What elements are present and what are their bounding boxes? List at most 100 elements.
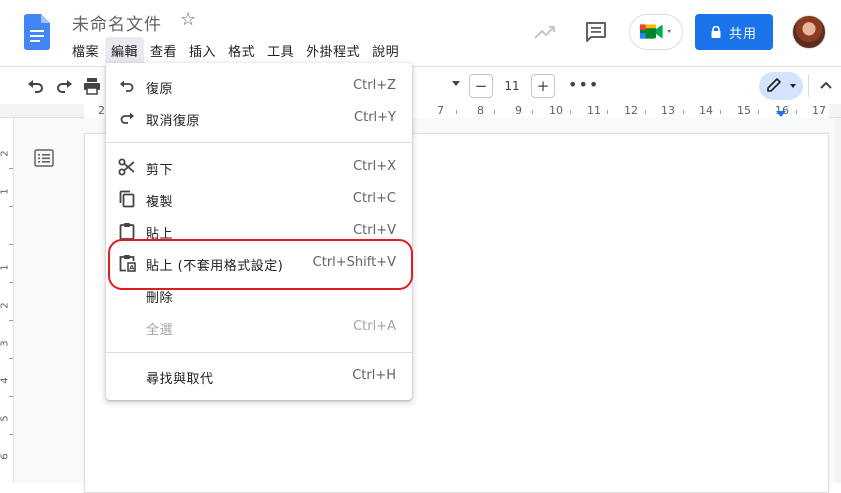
ruler-tick — [645, 110, 646, 114]
print-icon[interactable] — [82, 76, 102, 96]
menu-item-undo[interactable]: 復原 Ctrl+Z — [106, 70, 412, 102]
menu-edit[interactable]: 編輯 — [105, 37, 145, 63]
ruler-tick — [720, 110, 721, 114]
ruler-tick — [607, 110, 608, 114]
menu-item-shortcut: Ctrl+H — [352, 368, 396, 383]
vruler-label: 1 — [0, 264, 11, 271]
menu-divider — [106, 142, 412, 143]
ruler-label: 10 — [549, 104, 563, 117]
menu-item-shortcut: Ctrl+Z — [353, 78, 396, 93]
undo-icon[interactable] — [26, 76, 46, 96]
header: 未命名文件 ☆ 檔案 編輯 查看 插入 格式 工具 外掛程式 說明 共用 — [0, 0, 841, 64]
ruler-tick — [570, 110, 571, 114]
ruler-label: 12 — [624, 104, 638, 117]
menu-help[interactable]: 說明 — [366, 37, 405, 63]
undo-icon — [120, 80, 134, 92]
vruler-tick — [9, 358, 13, 359]
right-indent-marker[interactable] — [776, 111, 786, 117]
ruler-label: 13 — [661, 104, 675, 117]
share-label: 共用 — [728, 26, 757, 42]
menu-divider — [106, 352, 412, 353]
chevron-down-icon[interactable] — [452, 81, 460, 86]
menu-item-label: 復原 — [146, 82, 174, 97]
vertical-ruler[interactable]: 2 1 1 2 3 4 5 6 — [0, 118, 14, 483]
ruler-label: 15 — [737, 104, 751, 117]
meet-button[interactable] — [629, 14, 683, 50]
menu-item-shortcut: Ctrl+V — [353, 223, 396, 238]
ruler-label: 9 — [515, 104, 522, 117]
toolbar-divider — [808, 75, 809, 97]
menu-item-shortcut: Ctrl+Y — [354, 110, 396, 125]
ruler-label: 2 — [98, 104, 105, 117]
ruler-label: 7 — [437, 104, 444, 117]
vruler-tick — [9, 396, 13, 397]
vruler-tick — [9, 206, 13, 207]
font-size-stepper: − 11 + — [469, 74, 555, 98]
editing-mode-button[interactable] — [759, 72, 803, 100]
font-size-input[interactable]: 11 — [493, 74, 531, 98]
vruler-label: 2 — [0, 302, 11, 309]
more-options-icon[interactable]: ••• — [568, 75, 599, 94]
ruler-tick — [532, 110, 533, 114]
menu-item-shortcut: Ctrl+X — [353, 159, 396, 174]
comment-icon[interactable] — [584, 20, 608, 44]
redo-icon — [120, 112, 134, 124]
menu-item-shortcut: Ctrl+A — [353, 319, 396, 334]
menu-item-cut[interactable]: 剪下 Ctrl+X — [106, 151, 412, 183]
chevron-up-icon[interactable] — [817, 77, 835, 95]
copy-icon — [119, 190, 135, 208]
ruler-tick — [456, 110, 457, 114]
menu-tools[interactable]: 工具 — [261, 37, 300, 63]
vertical-scrollbar[interactable] — [835, 118, 841, 483]
menu-item-label: 取消復原 — [146, 114, 201, 129]
vruler-label: 3 — [0, 340, 11, 347]
activity-trend-icon[interactable] — [533, 21, 557, 43]
avatar[interactable] — [792, 15, 826, 49]
menu-item-redo[interactable]: 取消復原 Ctrl+Y — [106, 102, 412, 134]
vruler-tick — [9, 168, 13, 169]
ruler-tick — [494, 110, 495, 114]
vruler-label: 6 — [0, 453, 11, 460]
ruler-label: 11 — [587, 104, 601, 117]
ruler-label: 17 — [812, 104, 826, 117]
scissors-icon — [118, 158, 135, 176]
menu-insert[interactable]: 插入 — [183, 37, 222, 63]
menu-item-label: 尋找與取代 — [146, 372, 214, 387]
vruler-label: 1 — [0, 188, 11, 195]
vruler-tick — [9, 244, 13, 245]
menu-item-copy[interactable]: 複製 Ctrl+C — [106, 183, 412, 215]
pencil-icon — [767, 78, 796, 92]
clipboard-icon — [119, 223, 135, 240]
document-title[interactable]: 未命名文件 — [72, 10, 162, 35]
menu-item-shortcut: Ctrl+C — [352, 191, 396, 206]
menu-item-find-replace[interactable]: 尋找與取代 Ctrl+H — [106, 360, 412, 392]
ruler-tick — [758, 110, 759, 114]
menu-format[interactable]: 格式 — [222, 37, 261, 63]
meet-icon — [639, 24, 672, 39]
vruler-label: 2 — [0, 150, 11, 157]
ruler-tick — [683, 110, 684, 114]
edit-menu-dropdown: 復原 Ctrl+Z 取消復原 Ctrl+Y 剪下 Ctrl+X 複製 Ctrl+… — [106, 63, 412, 400]
menu-view[interactable]: 查看 — [144, 37, 183, 63]
ruler-label: 14 — [699, 104, 713, 117]
vruler-tick — [9, 434, 13, 435]
increase-font-size-button[interactable]: + — [531, 74, 555, 98]
vruler-tick — [9, 282, 13, 283]
docs-logo-icon[interactable] — [24, 14, 50, 50]
menu-item-select-all[interactable]: 全選 Ctrl+A — [106, 311, 412, 343]
menu-addons[interactable]: 外掛程式 — [300, 37, 366, 63]
ruler-label: 8 — [477, 104, 484, 117]
share-button[interactable]: 共用 — [695, 14, 773, 50]
menu-item-label: 複製 — [146, 195, 174, 210]
redo-icon[interactable] — [54, 76, 74, 96]
highlight-annotation — [108, 239, 413, 290]
menu-file[interactable]: 檔案 — [66, 37, 105, 63]
vruler-label: 5 — [0, 415, 11, 422]
document-outline-icon[interactable] — [34, 148, 54, 168]
star-icon[interactable]: ☆ — [180, 10, 196, 30]
vruler-label: 4 — [0, 377, 11, 384]
menu-bar: 檔案 編輯 查看 插入 格式 工具 外掛程式 說明 — [66, 37, 405, 63]
lock-icon — [711, 26, 721, 38]
menu-item-label: 全選 — [146, 323, 174, 338]
decrease-font-size-button[interactable]: − — [469, 74, 493, 98]
